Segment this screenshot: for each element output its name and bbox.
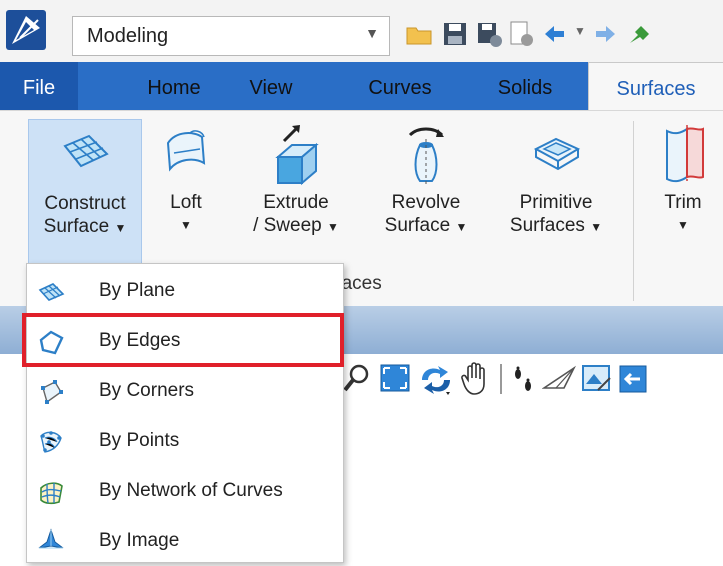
- zoom-icon[interactable]: [342, 362, 372, 394]
- fit-view-icon[interactable]: [378, 362, 412, 396]
- menu-item-label: By Plane: [99, 280, 176, 301]
- revolve-label-1: Revolve: [391, 192, 461, 213]
- loft-icon: [166, 130, 206, 172]
- pan-view-icon[interactable]: [460, 360, 494, 398]
- workflow-select[interactable]: Modeling ▼: [72, 16, 390, 56]
- ribbon-tab-bar: File Home View Curves Solids Surfaces: [0, 62, 723, 112]
- menu-item-by-points[interactable]: By Points: [27, 416, 343, 466]
- construct-surface-label-1: Construct: [44, 193, 126, 214]
- by-points-icon: [40, 431, 62, 453]
- revolve-label-2: Surface: [384, 215, 451, 236]
- by-corners-icon: [41, 380, 63, 404]
- workflow-select-value: Modeling: [87, 25, 169, 47]
- trim-label: Trim: [664, 192, 702, 213]
- view-settings-icon[interactable]: [580, 362, 614, 396]
- highlight-box: [22, 313, 344, 367]
- open-folder-icon[interactable]: [404, 19, 434, 49]
- menu-item-by-image[interactable]: By Image: [27, 516, 343, 566]
- by-network-icon: [40, 482, 63, 505]
- title-bar: Modeling ▼ ▼: [0, 0, 723, 62]
- extrude-label-1: Extrude: [263, 192, 329, 213]
- save-settings-icon[interactable]: [474, 19, 504, 49]
- tab-file[interactable]: File: [0, 62, 78, 110]
- primitive-surfaces-button[interactable]: Primitive Surfaces ▼: [498, 111, 614, 279]
- chevron-down-icon: ▼: [455, 220, 468, 234]
- construct-surface-icon: [63, 134, 109, 168]
- revolve-icon: [408, 127, 444, 185]
- menu-item-label: By Image: [99, 530, 180, 551]
- revolve-surface-button[interactable]: Revolve Surface ▼: [372, 111, 480, 279]
- fly-icon[interactable]: [542, 364, 576, 394]
- save-icon[interactable]: [440, 19, 470, 49]
- undo-dropdown-icon[interactable]: ▼: [574, 24, 586, 38]
- app-logo-icon[interactable]: [4, 8, 48, 52]
- by-plane-icon: [38, 283, 65, 301]
- extrude-label-2: / Sweep: [253, 215, 322, 236]
- undo-icon[interactable]: [540, 19, 570, 49]
- tab-home[interactable]: Home: [128, 62, 220, 110]
- tab-solids[interactable]: Solids: [482, 62, 568, 110]
- chevron-down-icon: ▼: [114, 221, 127, 235]
- menu-item-by-plane[interactable]: By Plane: [27, 266, 343, 316]
- menu-item-label: By Corners: [99, 380, 195, 401]
- trim-icon: [666, 125, 704, 183]
- loft-button[interactable]: Loft ▼: [150, 111, 222, 279]
- construct-surface-label-2: Surface: [43, 216, 110, 237]
- previous-view-icon[interactable]: [618, 362, 648, 396]
- primitive-surfaces-icon: [533, 137, 581, 171]
- chevron-down-icon: ▼: [327, 220, 339, 234]
- toolbar-separator: [500, 364, 502, 394]
- construct-surface-menu: By Plane By Edges By Corners By Points B…: [26, 263, 344, 563]
- extrude-sweep-button[interactable]: Extrude / Sweep ▼: [242, 111, 350, 279]
- tab-surfaces[interactable]: Surfaces: [588, 62, 723, 112]
- menu-item-by-network-of-curves[interactable]: By Network of Curves: [27, 466, 343, 516]
- chevron-down-icon: ▼: [590, 220, 603, 234]
- trim-button[interactable]: Trim ▼: [648, 111, 718, 279]
- construct-surface-button[interactable]: Construct Surface ▼: [28, 119, 142, 271]
- loft-label: Loft: [170, 192, 202, 213]
- walk-icon[interactable]: [508, 364, 538, 398]
- properties-icon[interactable]: [506, 19, 536, 49]
- tab-curves[interactable]: Curves: [354, 62, 446, 110]
- menu-item-by-corners[interactable]: By Corners: [27, 366, 343, 416]
- extrude-icon: [275, 125, 319, 186]
- menu-item-label: By Points: [99, 430, 180, 451]
- chevron-down-icon: ▼: [180, 218, 192, 232]
- pin-icon[interactable]: [624, 19, 654, 49]
- primitive-label-1: Primitive: [519, 192, 593, 213]
- menu-item-label: By Network of Curves: [99, 480, 283, 501]
- redo-icon[interactable]: [590, 19, 620, 49]
- primitive-label-2: Surfaces: [509, 215, 585, 236]
- by-image-icon: [38, 528, 64, 549]
- rotate-view-icon[interactable]: [416, 362, 456, 400]
- ribbon-group-separator: [633, 121, 634, 301]
- chevron-down-icon: ▼: [365, 25, 379, 41]
- tab-view[interactable]: View: [234, 62, 308, 110]
- chevron-down-icon: ▼: [677, 218, 689, 232]
